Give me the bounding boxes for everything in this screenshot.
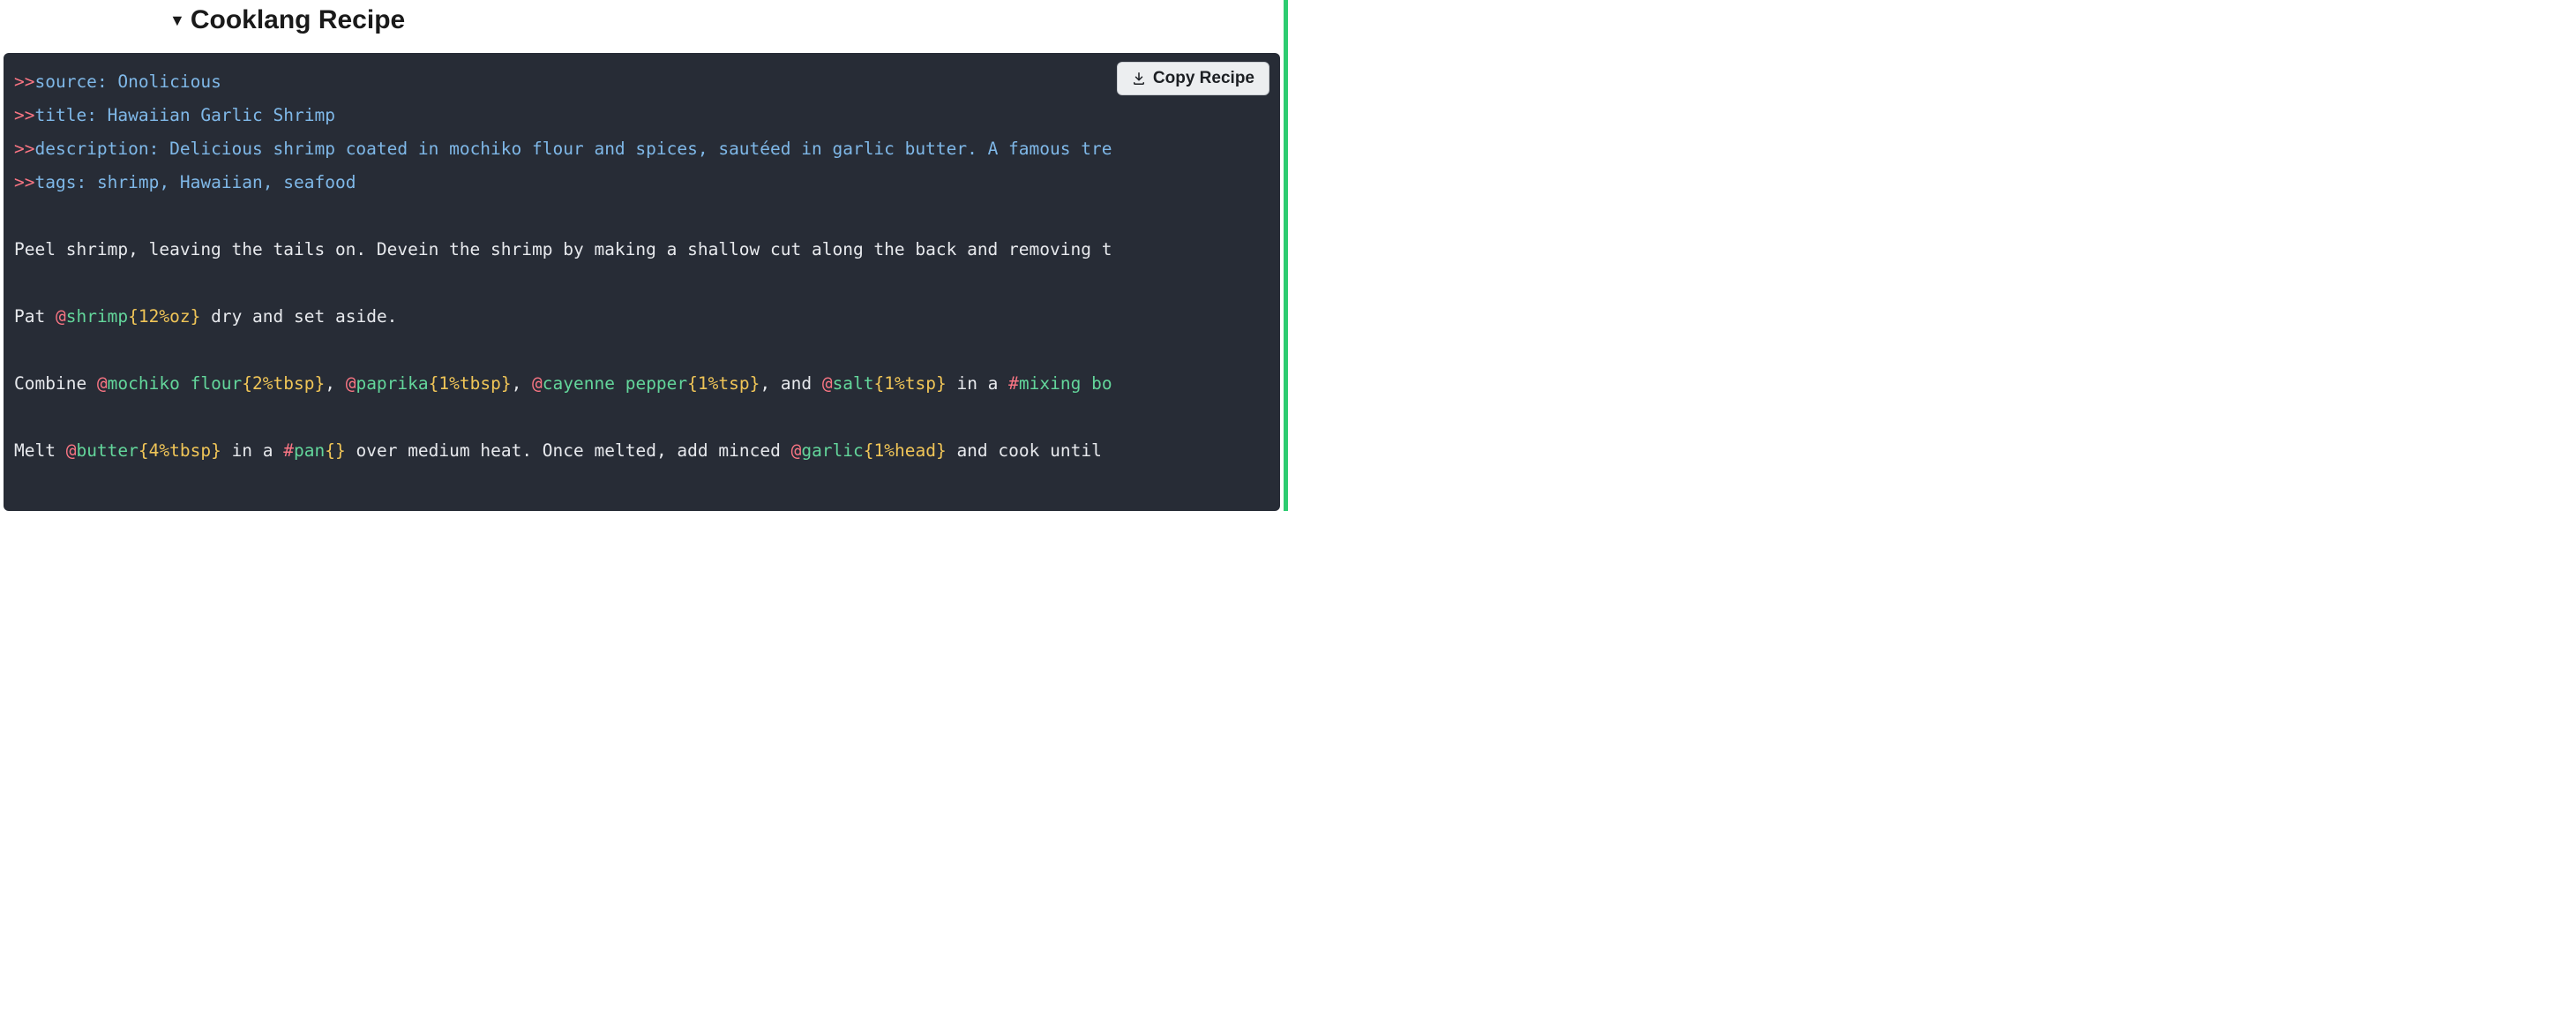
- collapsible-summary[interactable]: ▼ Cooklang Recipe: [169, 5, 1284, 35]
- copy-recipe-button[interactable]: Copy Recipe: [1117, 62, 1269, 95]
- section-title: Cooklang Recipe: [191, 5, 405, 35]
- collapsible-header: ▼ Cooklang Recipe: [0, 0, 1284, 53]
- recipe-source: >>source: Onolicious >>title: Hawaiian G…: [4, 53, 1280, 468]
- disclosure-triangle-icon: ▼: [169, 12, 185, 28]
- copy-recipe-label: Copy Recipe: [1153, 69, 1254, 88]
- code-block: Copy Recipe >>source: Onolicious >>title…: [4, 53, 1280, 511]
- download-icon: [1132, 71, 1146, 86]
